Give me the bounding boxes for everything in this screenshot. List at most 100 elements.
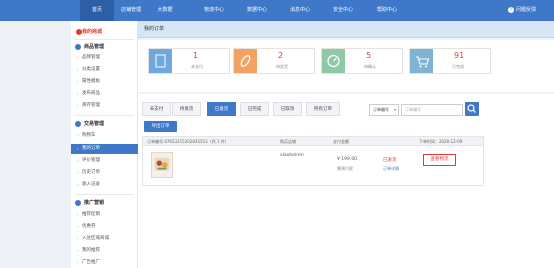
divider [75, 194, 134, 195]
nav-shop-management[interactable]: 店铺管理 [114, 0, 148, 21]
chevron-right-icon: › [77, 55, 79, 60]
chevron-right-icon: › [77, 158, 79, 163]
sidebar-item-label: 优惠券 [82, 224, 96, 229]
sidebar-item-coupon[interactable]: › 优惠券 [71, 222, 138, 232]
stat-to-ship[interactable]: 2 待发货 [233, 48, 315, 74]
view-logistics-button[interactable]: 查看物流 [423, 154, 456, 166]
tab-cancelled[interactable]: 已取消 [273, 102, 302, 116]
order-time: 下单时间：2020-12-09 [419, 139, 463, 144]
chevron-right-icon: › [77, 146, 79, 151]
chevron-right-icon: › [77, 79, 79, 84]
divider [75, 115, 134, 116]
feedback-link[interactable]: ? 问题反馈 [507, 0, 536, 21]
amount-note: 需预付款 [337, 166, 353, 171]
product-thumbnail[interactable] [151, 152, 173, 178]
sidebar-item-brand[interactable]: › 品牌管理 [71, 53, 138, 63]
tab-all-orders[interactable]: 所有订单 [306, 102, 340, 116]
stat-unpaid[interactable]: 1 未支付 [148, 48, 230, 74]
sidebar-section-label: 推广营销 [84, 200, 105, 206]
search-button[interactable] [465, 102, 479, 116]
tab-unpaid[interactable]: 未支付 [142, 102, 171, 116]
sidebar-item-attr-template[interactable]: › 属性模板 [71, 77, 138, 87]
sidebar-item-ads[interactable]: › 广告推广 [71, 258, 138, 268]
top-nav: 首页 店铺管理 大数据 物流中心 数据中心 消息中心 安全中心 帮助中心 ? 问题… [0, 0, 554, 21]
promotion-icon [75, 200, 81, 206]
sidebar-item-my-orders[interactable]: › 我的订单 [71, 144, 138, 154]
sidebar-my-shop[interactable]: 我的商城 [71, 27, 138, 37]
chevron-right-icon: › [77, 103, 79, 108]
sidebar-item-label: 收入记录 [82, 182, 100, 187]
nav-help-center[interactable]: 帮助中心 [370, 0, 404, 21]
tab-shipped[interactable]: 已发货 [207, 102, 236, 116]
tab-completed[interactable]: 已完成 [240, 102, 269, 116]
search-icon [467, 104, 476, 113]
sidebar-item-label: 品牌管理 [82, 55, 100, 60]
sidebar-item-income[interactable]: › 收入记录 [71, 180, 138, 190]
nav-message-center[interactable]: 消息中心 [283, 0, 317, 21]
sidebar-item-stock[interactable]: › 库存管理 [71, 101, 138, 111]
sidebar-item-region-mall[interactable]: › 入驻区域商城 [71, 234, 138, 244]
nav-home[interactable]: 首页 [80, 0, 114, 21]
sidebar-item-category[interactable]: › 分类设置 [71, 65, 138, 75]
divider [75, 39, 134, 40]
sidebar-section-label: 商品管理 [84, 44, 105, 50]
stats-panel: 1 未支付 2 待发货 5 待确认 91 已完成 [138, 40, 554, 92]
sidebar-item-publish[interactable]: › 发布商品 [71, 89, 138, 99]
sidebar-item-history[interactable]: › 历史订单 [71, 168, 138, 178]
order-number: 订单编号:47653215202835553（共 1 件） [147, 139, 229, 144]
chevron-right-icon: › [77, 133, 79, 138]
document-icon [149, 49, 172, 73]
page-title: 我的订单 [144, 26, 165, 32]
column-payment: 支付金额 [333, 139, 349, 144]
column-buyer: 购买店铺 [280, 139, 296, 144]
sidebar-item-recommend[interactable]: › 推荐促销 [71, 210, 138, 220]
cart-icon [410, 49, 433, 73]
order-detail-link[interactable]: 订单详情 [383, 166, 399, 172]
sidebar-item-label: 评价管理 [82, 158, 100, 163]
stat-label: 已完成 [452, 64, 464, 69]
table-row: xiaoheiren ¥ 199.00 需预付款 已发货 订单详情 查看物流 [142, 146, 484, 186]
main-area: 我的订单 1 未支付 2 待发货 5 待确认 91 已完成 未支付 待发货 已发… [138, 21, 554, 268]
chevron-right-icon: › [77, 212, 79, 217]
sidebar-item-cart[interactable]: › 购物车 [71, 131, 138, 141]
chevron-right-icon: › [77, 170, 79, 175]
stat-to-confirm[interactable]: 5 待确认 [321, 48, 403, 74]
question-icon: ? [507, 6, 514, 13]
stat-value: 2 [278, 51, 284, 60]
sidebar-item-label: 推荐促销 [82, 212, 100, 217]
nav-big-data[interactable]: 大数据 [148, 0, 182, 21]
sidebar-item-label: 我的推荐 [82, 248, 100, 253]
gauge-icon [322, 49, 345, 73]
export-orders-button[interactable]: 导出订单 [144, 121, 177, 132]
stat-completed[interactable]: 91 已完成 [409, 48, 491, 74]
page-title-bar: 我的订单 [138, 21, 554, 38]
sidebar-item-label: 分类设置 [82, 67, 100, 72]
chevron-right-icon: › [77, 248, 79, 253]
chevron-right-icon: › [77, 91, 79, 96]
home-icon [76, 29, 82, 35]
tab-to-ship[interactable]: 待发货 [172, 102, 201, 116]
goods-icon [75, 44, 81, 50]
sidebar-item-my-recommend[interactable]: › 我的推荐 [71, 246, 138, 256]
stat-value: 91 [454, 51, 465, 60]
nav-logistics[interactable]: 物流中心 [197, 0, 231, 21]
order-table-header: 订单编号:47653215202835553（共 1 件） 购买店铺 支付金额 … [142, 136, 484, 146]
chevron-right-icon: › [77, 236, 79, 241]
status-badge: 已发货 [383, 158, 397, 163]
trade-icon [75, 121, 81, 127]
stat-label: 待确认 [364, 64, 376, 69]
nav-security-center[interactable]: 安全中心 [326, 0, 360, 21]
sidebar-item-label: 库存管理 [82, 103, 100, 108]
sidebar-section-promotion[interactable]: 推广营销 [71, 198, 138, 208]
chevron-right-icon: › [77, 224, 79, 229]
sidebar-section-label: 交易管理 [84, 121, 105, 127]
filter-field-select[interactable]: 订单编号 ▾ [369, 104, 399, 116]
stat-label: 未支付 [191, 64, 203, 69]
nav-data-center[interactable]: 数据中心 [240, 0, 274, 21]
order-search-input[interactable]: 订单编号 [401, 104, 463, 116]
sidebar-item-reviews[interactable]: › 评价管理 [71, 156, 138, 166]
sidebar-item-label: 购物车 [82, 133, 96, 138]
sidebar-section-goods[interactable]: 商品管理 [71, 42, 138, 52]
sidebar-section-trade[interactable]: 交易管理 [71, 119, 138, 129]
chevron-down-icon: ▾ [393, 107, 396, 112]
